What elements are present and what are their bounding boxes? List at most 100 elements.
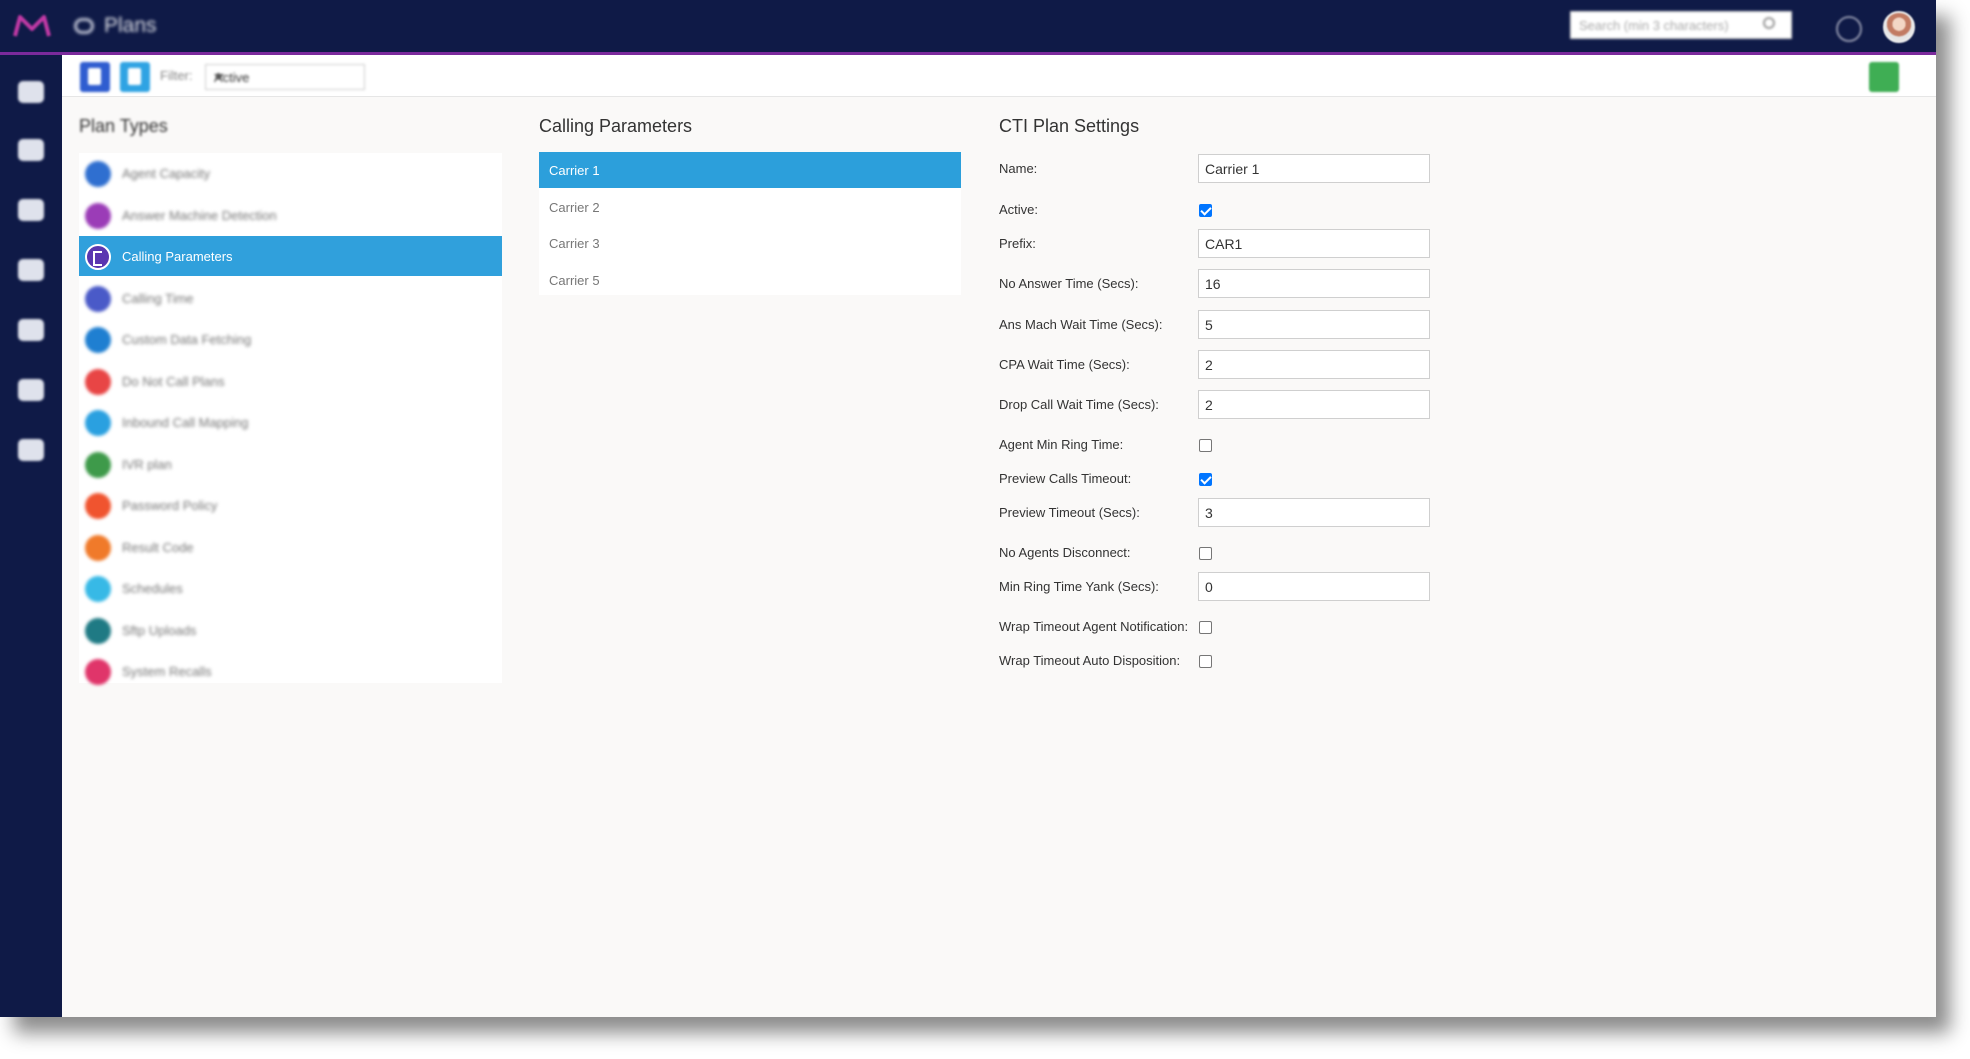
contacts-icon[interactable] [18,319,44,341]
carrier-label: Carrier 2 [549,199,600,215]
plan-type-icon [85,493,111,519]
plan-type-label: Custom Data Fetching [122,332,252,347]
plan-type-label: Sftp Uploads [122,622,197,638]
plan-type-item[interactable]: Calling Time [79,278,502,318]
cti-field-row: No Agents Disconnect: [999,538,1439,568]
field-label: Prefix: [999,236,1036,251]
field-input[interactable]: 3 [1198,498,1430,527]
cti-field-row: Agent Min Ring Time: [999,430,1439,460]
dashboard-icon[interactable] [18,199,44,221]
search-input[interactable]: Search (min 3 characters) [1570,11,1792,39]
plans-icon [74,18,94,34]
plan-type-item[interactable]: Do Not Call Plans [79,361,502,401]
cti-field-row: Active: [999,195,1439,225]
plan-type-item[interactable]: Custom Data Fetching [79,319,502,359]
calling-parameters-list: Carrier 1 Carrier 2 Carrier 3 Carrier 5 [539,152,961,295]
plan-type-icon [85,410,111,436]
cti-field-row: Min Ring Time Yank (Secs): 0 [999,572,1439,602]
field-label: Wrap Timeout Agent Notification: [999,619,1189,634]
help-icon[interactable] [1836,16,1862,42]
copy-plan-button[interactable] [120,62,150,92]
plan-types-list: Agent Capacity Answer Machine Detection Ca… [79,153,502,685]
plan-type-label: Password Policy [122,498,218,513]
plan-type-item[interactable]: Password Policy [79,485,502,525]
carrier-list-item[interactable]: Carrier 5 [539,262,961,298]
plan-type-item[interactable]: System Recalls [79,651,502,691]
carrier-list-item[interactable]: Carrier 2 [539,189,961,225]
plan-type-icon [85,451,111,478]
report-icon[interactable] [18,379,44,401]
cti-field-row: No Answer Time (Secs): 16 [999,269,1439,299]
grid-icon[interactable] [18,139,44,161]
database-icon[interactable] [18,259,44,281]
plan-types-heading: Plan Types [79,116,168,136]
settings-icon[interactable] [18,439,44,461]
plan-type-icon [85,161,111,187]
plan-type-item[interactable]: Sftp Uploads [79,610,502,650]
new-plan-button[interactable] [80,62,110,92]
field-input[interactable]: 2 [1198,390,1430,419]
field-checkbox[interactable] [1199,655,1212,668]
search-icon[interactable] [1763,17,1775,29]
plan-type-icon [85,327,111,353]
page-title: Plans [104,14,157,37]
plan-type-item[interactable]: Result Code [79,527,502,567]
cti-field-row: Ans Mach Wait Time (Secs): 5 [999,310,1439,340]
plan-type-item[interactable]: Agent Capacity [79,153,502,193]
field-input[interactable]: CAR1 [1198,229,1430,258]
field-input[interactable]: 16 [1198,269,1430,298]
plan-type-icon [85,202,111,229]
plan-type-icon [85,285,111,312]
cti-field-row: Preview Timeout (Secs): 3 [999,498,1439,528]
carrier-list-item[interactable]: Carrier 3 [539,225,961,261]
plan-type-label: System Recalls [122,664,212,679]
plan-type-item[interactable]: Calling Parameters [79,236,502,276]
plan-type-icon [85,576,111,602]
field-input[interactable]: 0 [1198,572,1430,601]
field-checkbox[interactable] [1199,204,1212,217]
field-checkbox[interactable] [1199,547,1212,560]
sidebar [0,55,62,1017]
home-icon[interactable] [18,81,44,103]
field-label: CPA Wait Time (Secs): [999,357,1130,372]
plan-type-icon [85,244,111,270]
plan-type-label: Do Not Call Plans [122,373,225,389]
field-label: Preview Timeout (Secs): [999,505,1140,520]
plan-type-item[interactable]: Schedules [79,568,502,608]
field-label: Preview Calls Timeout: [999,471,1132,486]
plan-type-icon [85,368,111,395]
field-label: Active: [999,202,1039,217]
field-checkbox[interactable] [1199,439,1212,452]
plan-type-item[interactable]: Answer Machine Detection [79,195,502,235]
plan-type-label: Schedules [122,581,183,596]
plan-type-icon [85,617,111,644]
top-bar: Plans Search (min 3 characters) [0,0,1936,55]
field-label: Name: [999,161,1038,176]
cti-field-row: Prefix: CAR1 [999,229,1439,259]
field-checkbox[interactable] [1199,621,1212,634]
carrier-list-item[interactable]: Carrier 1 [539,152,961,188]
calling-parameters-heading: Calling Parameters [539,116,693,136]
search-placeholder: Search (min 3 characters) [1579,18,1729,33]
field-input[interactable]: Carrier 1 [1198,154,1430,183]
field-checkbox[interactable] [1199,473,1212,486]
carrier-label: Carrier 1 [549,163,600,178]
field-label: No Answer Time (Secs): [999,276,1139,291]
cti-settings-heading: CTI Plan Settings [999,116,1140,136]
plan-type-item[interactable]: IVR plan [79,444,502,484]
plan-type-label: Calling Time [122,290,194,306]
export-button[interactable] [1869,62,1899,92]
plan-type-label: Agent Capacity [122,166,211,181]
filter-select[interactable]: Active [205,64,365,90]
field-label: Wrap Timeout Auto Disposition: [999,653,1181,668]
avatar[interactable] [1883,11,1915,43]
cti-field-row: Preview Calls Timeout: [999,464,1439,494]
plan-type-icon [85,534,111,561]
plan-type-item[interactable]: Inbound Call Mapping [79,402,502,442]
field-input[interactable]: 2 [1198,350,1430,379]
cti-field-row: Name: Carrier 1 [999,154,1439,184]
app-logo-icon[interactable] [12,12,52,40]
field-input[interactable]: 5 [1198,310,1430,339]
cti-field-row: Wrap Timeout Auto Disposition: [999,646,1439,676]
plan-type-label: Result Code [122,539,194,555]
